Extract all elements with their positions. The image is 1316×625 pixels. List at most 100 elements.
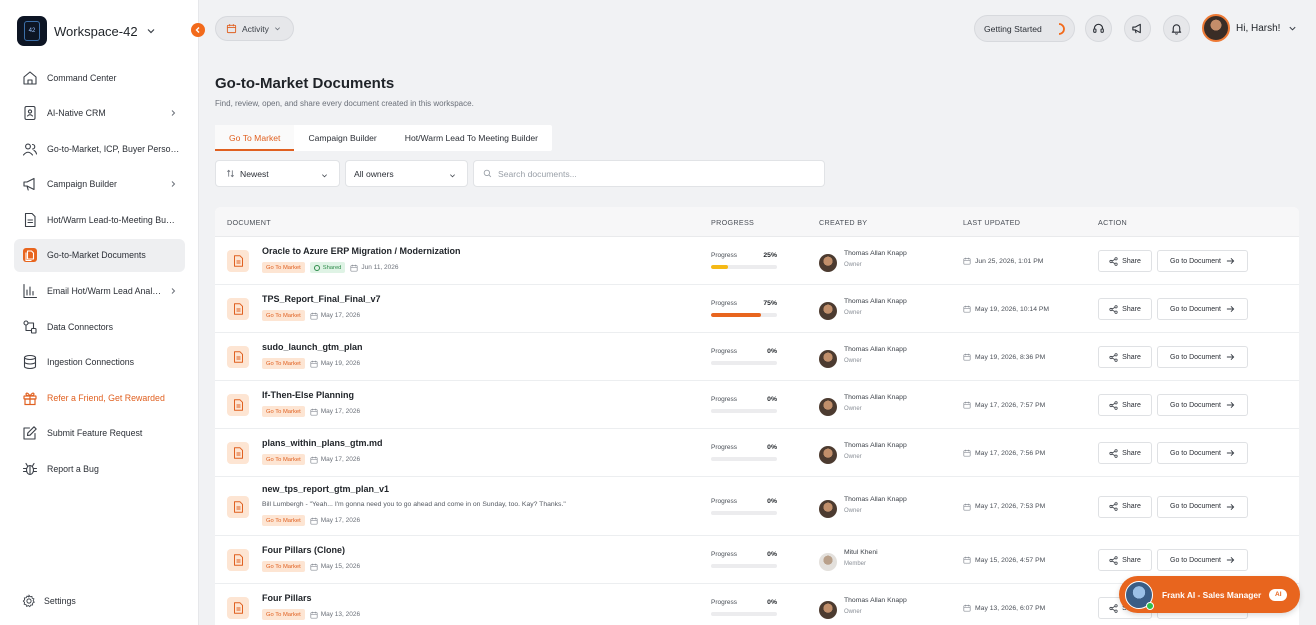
- document-title[interactable]: Four Pillars: [262, 593, 312, 603]
- progress-bar: [711, 409, 777, 413]
- sidebar-item-data-connectors[interactable]: Data Connectors: [14, 310, 185, 343]
- document-title[interactable]: TPS_Report_Final_Final_v7: [262, 294, 381, 304]
- document-title[interactable]: Oracle to Azure ERP Migration / Moderniz…: [262, 246, 461, 256]
- getting-started-button[interactable]: Getting Started: [974, 15, 1075, 42]
- table-row[interactable]: sudo_launch_gtm_plan Go To Market May 19…: [215, 333, 1299, 381]
- go-to-document-button[interactable]: Go to Document: [1157, 495, 1248, 518]
- table-row[interactable]: plans_within_plans_gtm.md Go To Market M…: [215, 429, 1299, 477]
- share-button[interactable]: Share: [1098, 346, 1152, 368]
- go-to-document-button[interactable]: Go to Document: [1157, 346, 1248, 368]
- ai-assistant-button[interactable]: Frank AI - Sales Manager AI: [1119, 576, 1300, 613]
- search-input[interactable]: Search documents...: [473, 160, 825, 187]
- progress-percent: 0%: [767, 444, 777, 451]
- tab-campaign-builder[interactable]: Campaign Builder: [294, 125, 390, 151]
- go-to-document-button[interactable]: Go to Document: [1157, 549, 1248, 571]
- calendar-icon: [963, 503, 975, 511]
- sidebar-item-label: AI-Native CRM: [47, 108, 106, 119]
- header-document: DOCUMENT: [227, 218, 271, 227]
- table-row[interactable]: Oracle to Azure ERP Migration / Moderniz…: [215, 237, 1299, 285]
- share-icon: [1109, 502, 1122, 511]
- share-button[interactable]: Share: [1098, 250, 1152, 272]
- go-to-document-label: Go to Document: [1170, 353, 1221, 361]
- sidebar-item-command-center[interactable]: Command Center: [14, 61, 185, 94]
- category-tag: Go To Market: [262, 454, 305, 465]
- sidebar-item-hot-warm-lead-to-meeting-bu[interactable]: Hot/Warm Lead-to-Meeting Bu…: [14, 203, 185, 236]
- go-to-document-button[interactable]: Go to Document: [1157, 394, 1248, 416]
- document-title[interactable]: Four Pillars (Clone): [262, 545, 345, 555]
- activity-dropdown[interactable]: Activity: [215, 16, 294, 41]
- table-row[interactable]: TPS_Report_Final_Final_v7 Go To Market M…: [215, 285, 1299, 333]
- table-row[interactable]: new_tps_report_gtm_plan_v1 Bill Lumbergh…: [215, 477, 1299, 536]
- sidebar-item-label: Command Center: [47, 72, 117, 83]
- calendar-icon: [310, 611, 321, 619]
- headset-icon: [1092, 22, 1105, 35]
- search-placeholder: Search documents...: [498, 168, 577, 179]
- bug-icon: [22, 461, 38, 477]
- users-icon: [22, 141, 38, 157]
- document-title[interactable]: plans_within_plans_gtm.md: [262, 438, 383, 448]
- share-label: Share: [1122, 449, 1141, 457]
- support-button[interactable]: [1085, 15, 1112, 42]
- collapse-sidebar-button[interactable]: [191, 23, 205, 37]
- share-button[interactable]: Share: [1098, 549, 1152, 571]
- progress-bar-fill: [711, 265, 728, 269]
- settings-link[interactable]: Settings: [22, 594, 76, 608]
- sort-dropdown[interactable]: Newest: [215, 160, 340, 187]
- category-tag: Go To Market: [262, 262, 305, 273]
- table-row[interactable]: If-Then-Else Planning Go To Market May 1…: [215, 381, 1299, 429]
- go-to-document-label: Go to Document: [1170, 257, 1221, 265]
- sidebar-item-label: Data Connectors: [47, 321, 114, 332]
- owner-dropdown[interactable]: All owners: [345, 160, 468, 187]
- avatar: [819, 302, 837, 320]
- share-icon: [1109, 352, 1122, 362]
- document-meta: Go To Market May 19, 2026: [262, 358, 360, 369]
- share-icon: [1109, 555, 1122, 565]
- workspace-switcher[interactable]: 42 Workspace-42: [17, 16, 156, 46]
- sort-value: Newest: [240, 168, 269, 179]
- last-updated: May 19, 2026, 10:14 PM: [963, 305, 1049, 313]
- calendar-icon: [310, 312, 321, 320]
- contact-card-icon: [22, 105, 38, 121]
- sidebar-item-ai-native-crm[interactable]: AI-Native CRM: [14, 97, 185, 130]
- avatar: [819, 446, 837, 464]
- calendar-icon: [963, 556, 975, 564]
- go-to-document-button[interactable]: Go to Document: [1157, 298, 1248, 320]
- created-date: May 13, 2026: [310, 611, 360, 619]
- share-button[interactable]: Share: [1098, 442, 1152, 464]
- tab-go-to-market[interactable]: Go To Market: [215, 125, 295, 151]
- last-updated-text: May 19, 2026, 10:14 PM: [975, 305, 1050, 313]
- document-icon: [22, 212, 38, 228]
- go-to-document-button[interactable]: Go to Document: [1157, 442, 1248, 464]
- owner-name: Mitul Kheni: [844, 549, 878, 556]
- go-to-document-button[interactable]: Go to Document: [1157, 250, 1248, 272]
- sidebar-item-ingestion-connections[interactable]: Ingestion Connections: [14, 346, 185, 379]
- sidebar-item-submit-feature-request[interactable]: Submit Feature Request: [14, 417, 185, 450]
- document-icon: [227, 549, 249, 571]
- owner-role: Owner: [844, 406, 862, 412]
- document-icon: [227, 442, 249, 464]
- document-title[interactable]: new_tps_report_gtm_plan_v1: [262, 484, 389, 494]
- notifications-button[interactable]: [1163, 15, 1190, 42]
- progress-percent: 0%: [767, 497, 777, 505]
- last-updated-text: May 17, 2026, 7:53 PM: [975, 503, 1046, 510]
- tab-hot-warm-lead-to-meeting-builder[interactable]: Hot/Warm Lead To Meeting Builder: [391, 125, 552, 151]
- created-date: May 19, 2026: [310, 360, 360, 368]
- last-updated: May 13, 2026, 6:07 PM: [963, 604, 1045, 612]
- announcements-button[interactable]: [1124, 15, 1151, 42]
- sidebar-item-go-to-market-icp-buyer-perso[interactable]: Go-to-Market, ICP, Buyer Perso…: [14, 132, 185, 165]
- sidebar-item-campaign-builder[interactable]: Campaign Builder: [14, 168, 185, 201]
- sidebar-item-report-a-bug[interactable]: Report a Bug: [14, 453, 185, 486]
- document-title[interactable]: If-Then-Else Planning: [262, 390, 354, 400]
- document-meta: Go To Market May 17, 2026: [262, 515, 360, 526]
- created-date: May 15, 2026: [310, 563, 360, 571]
- created-date-text: May 17, 2026: [320, 408, 361, 415]
- share-button[interactable]: Share: [1098, 495, 1152, 518]
- sidebar-item-go-to-market-documents[interactable]: Go-to-Market Documents: [14, 238, 185, 272]
- share-button[interactable]: Share: [1098, 298, 1152, 320]
- sidebar-item-email-hot-warm-lead-anal[interactable]: Email Hot/Warm Lead Anal…: [14, 275, 185, 308]
- user-menu[interactable]: Hi, Harsh!: [1202, 14, 1297, 42]
- document-title[interactable]: sudo_launch_gtm_plan: [262, 342, 363, 352]
- sidebar-item-refer-a-friend-get-rewarded[interactable]: Refer a Friend, Get Rewarded: [14, 381, 185, 414]
- document-meta: Go To Market Shared Jun 11, 2026: [262, 262, 399, 273]
- share-button[interactable]: Share: [1098, 394, 1152, 416]
